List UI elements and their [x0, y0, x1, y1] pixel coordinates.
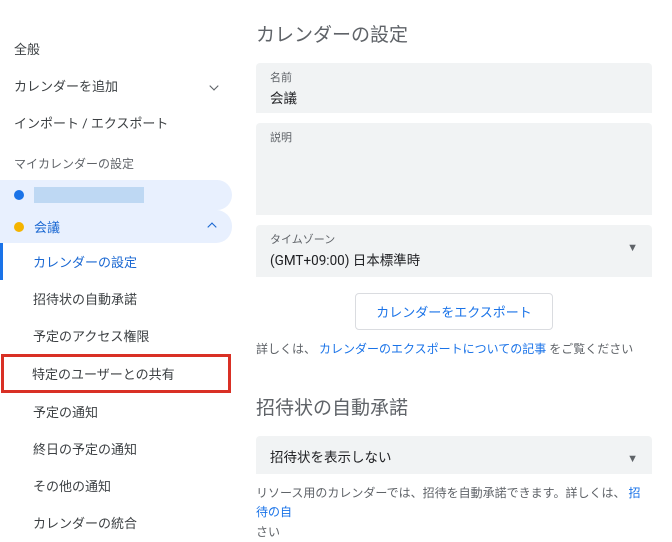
subnav-event-notifications[interactable]: 予定の通知	[0, 393, 232, 430]
sidebar-item-label: 全般	[14, 39, 40, 58]
subnav-share-with-users[interactable]: 特定のユーザーとの共有	[1, 354, 231, 393]
timezone-select[interactable]: タイムゾーン (GMT+09:00) 日本標準時 ▼	[256, 225, 652, 277]
field-value: (GMT+09:00) 日本標準時	[270, 249, 420, 269]
sidebar-calendar-meeting[interactable]: 会議	[0, 210, 232, 243]
sidebar-item-label: カレンダーを追加	[14, 76, 118, 95]
calendar-color-dot-icon	[14, 222, 24, 232]
auto-accept-hint-text: リソース用のカレンダーでは、招待を自動承諾できます。詳しくは、 招待の自 さい	[256, 484, 652, 542]
sidebar-item-general[interactable]: 全般	[0, 30, 232, 67]
sidebar-calendar-label: 会議	[34, 217, 60, 236]
subnav-allday-notifications[interactable]: 終日の予定の通知	[0, 430, 232, 467]
subnav-calendar-settings[interactable]: カレンダーの設定	[0, 243, 232, 280]
sidebar-item-import-export[interactable]: インポート / エクスポート	[0, 104, 232, 141]
field-value: 会議	[270, 87, 638, 107]
field-label: 名前	[270, 69, 638, 85]
section-title-auto-accept: 招待状の自動承諾	[256, 393, 652, 420]
chevron-up-icon	[207, 222, 216, 231]
field-value: 招待状を表示しない	[270, 442, 392, 466]
sidebar-calendar-primary[interactable]	[0, 180, 232, 210]
subnav-integrate-calendar[interactable]: カレンダーの統合	[0, 504, 232, 541]
redacted-calendar-name	[34, 187, 144, 203]
sidebar-item-label: インポート / エクスポート	[14, 113, 168, 132]
dropdown-caret-icon: ▼	[627, 231, 638, 254]
sidebar-section-my-calendars: マイカレンダーの設定	[0, 141, 232, 180]
dropdown-caret-icon: ▼	[627, 442, 638, 465]
auto-accept-select[interactable]: 招待状を表示しない ▼	[256, 436, 652, 474]
sidebar-item-add-calendar[interactable]: カレンダーを追加	[0, 67, 232, 104]
settings-main-panel: カレンダーの設定 名前 会議 説明 タイムゾーン (GMT+09:00) 日本標…	[232, 0, 672, 504]
chevron-down-icon	[209, 81, 218, 90]
export-help-link[interactable]: カレンダーのエクスポートについての記事	[319, 342, 546, 356]
field-label: タイムゾーン	[270, 231, 420, 247]
calendar-name-field[interactable]: 名前 会議	[256, 63, 652, 113]
subnav-access-permissions[interactable]: 予定のアクセス権限	[0, 317, 232, 354]
section-title-calendar-settings: カレンダーの設定	[256, 20, 652, 47]
field-label: 説明	[270, 129, 638, 145]
calendar-color-dot-icon	[14, 190, 24, 200]
subnav-other-notifications[interactable]: その他の通知	[0, 467, 232, 504]
export-calendar-button[interactable]: カレンダーをエクスポート	[355, 293, 553, 330]
settings-sidebar: 全般 カレンダーを追加 インポート / エクスポート マイカレンダーの設定 会議…	[0, 0, 232, 504]
subnav-auto-accept[interactable]: 招待状の自動承諾	[0, 280, 232, 317]
calendar-description-field[interactable]: 説明	[256, 123, 652, 215]
export-hint-text: 詳しくは、 カレンダーのエクスポートについての記事 をご覧ください	[256, 340, 652, 359]
